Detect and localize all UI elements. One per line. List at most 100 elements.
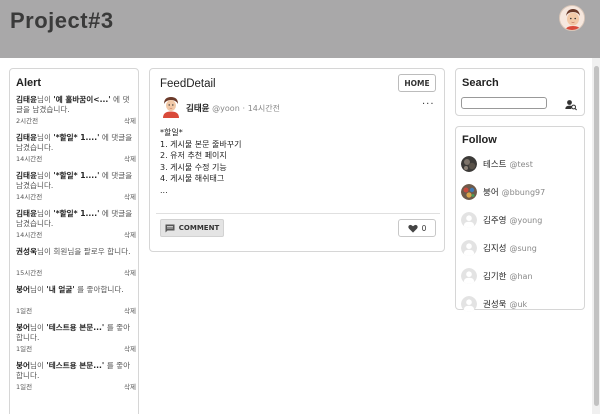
follow-name[interactable]: 김기한 [483,270,506,282]
alert-delete-button[interactable]: 삭제 [124,305,136,315]
alert-delete-button[interactable]: 삭제 [124,153,136,163]
alert-delete-button[interactable]: 삭제 [124,191,136,201]
alert-target[interactable]: '테스트용 본문...' [46,361,104,370]
alert-delete-button[interactable]: 삭제 [124,343,136,353]
alert-user[interactable]: 김태윤 [16,133,37,142]
follow-item[interactable]: 김주영 @young [461,206,583,234]
alert-meta: 1일전 삭제 [16,343,136,353]
follow-item[interactable]: 김지성 @sung [461,234,583,262]
author-avatar-icon [163,97,179,118]
post-separator: · [242,104,246,113]
alert-text: 붕어님이 '테스트용 본문...' 를 좋아합니다. [16,361,136,381]
alert-text: 붕어님이 '내 얼굴' 를 좋아합니다. [16,285,136,295]
alert-user-suffix: 님이 [36,247,51,256]
alert-meta: 1일전 삭제 [16,305,136,315]
follow-handle: @uk [509,299,528,309]
default-avatar-icon [461,296,477,312]
alert-item[interactable]: 김태윤님이 '*할일* 1....' 에 댓글을 남겼습니다. 14시간전 삭제 [16,171,136,209]
alert-target[interactable]: '테스트용 본문...' [46,323,104,332]
person-search-icon [565,100,577,111]
alert-item[interactable]: 김태윤님이 '예 홀바꿈이<...' 에 댓글을 남겼습니다. 2시간전 삭제 [16,95,136,133]
post-body-line: 4. 게시물 해쉬태그 [160,174,225,183]
follow-handle: @young [509,215,543,225]
follow-name[interactable]: 권성욱 [483,298,506,310]
alert-user[interactable]: 붕어 [16,285,30,294]
alert-item[interactable]: 김태윤님이 '*할일* 1....' 에 댓글을 남겼습니다. 14시간전 삭제 [16,133,136,171]
post-author-name[interactable]: 김태윤 [186,104,209,114]
scrollbar-thumb[interactable] [594,66,599,406]
follow-item[interactable]: 붕어 @bbung97 [461,178,583,206]
alert-item[interactable]: 붕어님이 '테스트용 본문...' 를 좋아합니다. 1일전 삭제 [16,361,136,399]
follow-panel: Follow 테스트 @test 붕어 @bbung97 김주영 @young 김지성 @su… [455,126,585,312]
default-avatar-icon [461,240,477,256]
alert-delete-button[interactable]: 삭제 [124,229,136,239]
avatar-photo-icon [461,184,477,200]
more-options-icon[interactable]: ··· [422,99,435,110]
app-title: Project#3 [10,8,114,33]
alert-panel: Alert 김태윤님이 '예 홀바꿈이<...' 에 댓글을 남겼습니다. 2시간… [9,68,139,414]
home-button[interactable]: HOME [398,74,436,92]
alert-text: 권성욱님이 회원님을 팔로우 합니다. [16,247,136,257]
alert-target[interactable]: '예 홀바꿈이<...' [53,95,110,104]
follow-item[interactable]: 권성욱 @uk [461,290,583,318]
alert-user-suffix: 님이 [29,323,44,332]
alert-delete-button[interactable]: 삭제 [124,267,136,277]
alert-meta: 14시간전 삭제 [16,229,136,239]
search-input[interactable] [461,97,547,109]
follow-avatar[interactable] [461,268,477,284]
user-search-icon[interactable] [565,96,577,111]
follow-item[interactable]: 테스트 @test [461,150,583,178]
alert-target[interactable]: '*할일* 1....' [53,133,99,142]
alert-user[interactable]: 붕어 [16,361,30,370]
alert-target[interactable]: '*할일* 1....' [53,171,99,180]
search-panel: Search [455,68,585,116]
alert-user[interactable]: 권성욱 [16,247,37,256]
alert-text: 김태윤님이 '*할일* 1....' 에 댓글을 남겼습니다. [16,209,136,229]
alert-action: 회원님을 팔로우 합니다. [53,247,131,256]
alert-user[interactable]: 김태윤 [16,209,37,218]
user-avatar-icon [560,6,584,30]
follow-avatar[interactable] [461,184,477,200]
alert-item[interactable]: 붕어님이 '내 얼굴' 를 좋아합니다. 1일전 삭제 [16,285,136,323]
follow-name[interactable]: 테스트 [483,158,506,170]
follow-item[interactable]: 김기한 @han [461,262,583,290]
alert-item[interactable]: 김태윤님이 '*할일* 1....' 에 댓글을 남겼습니다. 14시간전 삭제 [16,209,136,247]
alert-time: 1일전 [16,383,33,391]
like-button[interactable]: 0 [398,219,436,237]
alert-meta: 1일전 삭제 [16,381,136,391]
alert-user-suffix: 님이 [36,95,51,104]
alert-user[interactable]: 붕어 [16,323,30,332]
follow-avatar[interactable] [461,296,477,312]
comment-button[interactable]: COMMENT [160,219,224,237]
alert-target[interactable]: '내 얼굴' [46,285,74,294]
alert-target[interactable]: '*할일* 1....' [53,209,99,218]
follow-name[interactable]: 붕어 [483,186,499,198]
alert-delete-button[interactable]: 삭제 [124,381,136,391]
alert-item[interactable]: 붕어님이 '테스트용 본문...' 를 좋아합니다. 1일전 삭제 [16,323,136,361]
alert-text: 붕어님이 '테스트용 본문...' 를 좋아합니다. [16,323,136,343]
user-avatar[interactable] [559,5,585,31]
follow-avatar[interactable] [461,240,477,256]
alert-time: 1일전 [16,345,33,353]
post-author-line: 김태윤 @yoon · 14시간전 [186,102,280,114]
heart-icon [407,224,418,233]
post-body-line: *할일* [160,128,183,137]
alert-text: 김태윤님이 '*할일* 1....' 에 댓글을 남겼습니다. [16,133,136,153]
post-author-avatar[interactable] [161,96,181,118]
feed-detail-panel: FeedDetail HOME 김태윤 @yoon · 14시간전 ··· *할… [149,68,445,252]
follow-name[interactable]: 김주영 [483,214,506,226]
follow-avatar[interactable] [461,156,477,172]
follow-avatar[interactable] [461,212,477,228]
alert-user[interactable]: 김태윤 [16,171,37,180]
alert-time: 14시간전 [16,231,43,239]
alert-delete-button[interactable]: 삭제 [124,115,136,125]
follow-name[interactable]: 김지성 [483,242,506,254]
alert-time: 1일전 [16,307,33,315]
alert-item[interactable]: 권성욱님이 회원님을 팔로우 합니다. 15시간전 삭제 [16,247,136,285]
alert-time: 15시간전 [16,269,43,277]
alert-meta: 14시간전 삭제 [16,153,136,163]
alert-meta: 14시간전 삭제 [16,191,136,201]
feed-title: FeedDetail [160,78,216,90]
alert-user[interactable]: 김태윤 [16,95,37,104]
alert-meta: 2시간전 삭제 [16,115,136,125]
